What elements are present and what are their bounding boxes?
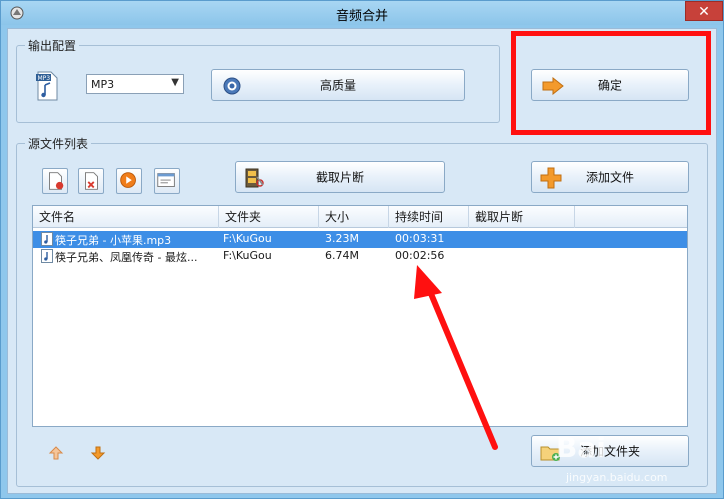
audio-file-icon (41, 249, 53, 263)
add-folder-button[interactable]: 添加文件夹 (531, 435, 689, 467)
properties-icon (157, 173, 175, 187)
quality-button-label: 高质量 (319, 78, 356, 93)
quality-button[interactable]: 高质量 (211, 69, 465, 101)
column-header-duration[interactable]: 持续时间 (389, 206, 469, 228)
file-list[interactable]: 文件名 文件夹 大小 持续时间 截取片断 筷子兄弟 - 小苹果.mp3 F:\K… (32, 205, 688, 427)
mp3-icon-text: MP3 (38, 75, 51, 82)
play-icon (120, 172, 136, 188)
column-header-name[interactable]: 文件名 (33, 206, 219, 228)
watermark-url: jingyan.baidu.com (566, 471, 668, 484)
mp3-file-icon: MP3 (36, 71, 58, 101)
file-name: 筷子兄弟、凤凰传奇 - 最炫... (55, 251, 198, 264)
file-name: 筷子兄弟 - 小苹果.mp3 (55, 234, 172, 247)
audio-file-icon (41, 232, 53, 246)
format-select-value: MP3 (91, 78, 115, 91)
column-header-folder[interactable]: 文件夹 (219, 206, 319, 228)
title-bar[interactable]: 音频合并 ✕ (1, 1, 723, 25)
watermark-brand: Bai (556, 431, 606, 464)
clear-files-button[interactable] (78, 168, 104, 194)
play-button[interactable] (116, 168, 142, 194)
column-header-size[interactable]: 大小 (319, 206, 389, 228)
format-select[interactable]: MP3 ▼ (86, 74, 184, 94)
column-header-cut[interactable]: 截取片断 (469, 206, 575, 228)
clear-file-icon (85, 172, 98, 190)
file-row-1[interactable]: 筷子兄弟 - 小苹果.mp3 F:\KuGou 3.23M 00:03:31 (33, 231, 687, 248)
properties-button[interactable] (154, 168, 180, 194)
file-size: 3.23M (325, 232, 359, 245)
file-duration: 00:03:31 (395, 232, 445, 245)
output-config-label: 输出配置 (25, 37, 80, 54)
delete-file-icon (49, 172, 64, 190)
cut-segment-button[interactable]: 截取片断 (235, 161, 445, 193)
close-button[interactable]: ✕ (685, 1, 723, 21)
file-size: 6.74M (325, 249, 359, 262)
chevron-down-icon: ▼ (171, 77, 179, 88)
file-folder: F:\KuGou (223, 232, 272, 245)
file-folder: F:\KuGou (223, 249, 272, 262)
file-list-header: 文件名 文件夹 大小 持续时间 截取片断 (33, 206, 687, 228)
move-down-icon[interactable] (90, 445, 106, 461)
remove-file-button[interactable] (42, 168, 68, 194)
app-window: 音频合并 ✕ 输出配置 MP3 MP3 ▼ 高质量 确定 源文件列表 截取片断 … (0, 0, 724, 499)
source-list-label: 源文件列表 (25, 135, 92, 152)
move-up-icon[interactable] (48, 445, 64, 461)
add-file-button-label: 添加文件 (585, 170, 634, 185)
window-title: 音频合并 (335, 9, 388, 24)
add-file-button[interactable]: 添加文件 (531, 161, 689, 193)
file-row-2[interactable]: 筷子兄弟、凤凰传奇 - 最炫... F:\KuGou 6.74M 00:02:5… (33, 248, 687, 265)
file-duration: 00:02:56 (395, 249, 445, 262)
cut-segment-button-label: 截取片断 (315, 170, 364, 185)
highlight-box (511, 31, 711, 135)
